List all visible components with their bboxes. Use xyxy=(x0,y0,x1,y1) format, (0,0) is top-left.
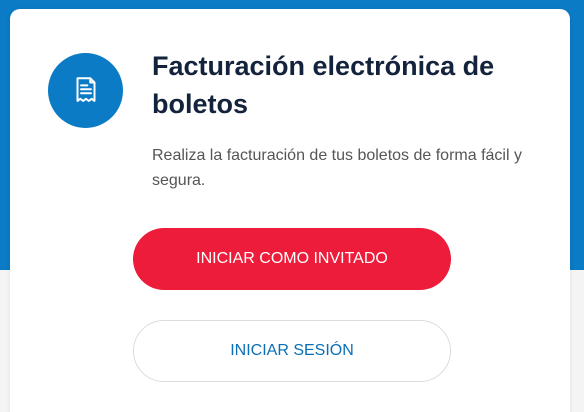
login-button[interactable]: INICIAR SESIÓN xyxy=(133,320,451,382)
page-description: Realiza la facturación de tus boletos de… xyxy=(152,147,522,189)
page-title: Facturación electrónica de boletos xyxy=(152,51,495,119)
receipt-icon-badge xyxy=(48,53,123,128)
billing-card: Facturación electrónica de boletos Reali… xyxy=(10,9,570,412)
receipt-document-icon xyxy=(76,76,95,102)
continue-as-guest-button[interactable]: INICIAR COMO INVITADO xyxy=(133,228,451,290)
page: Facturación electrónica de boletos Reali… xyxy=(0,0,584,412)
